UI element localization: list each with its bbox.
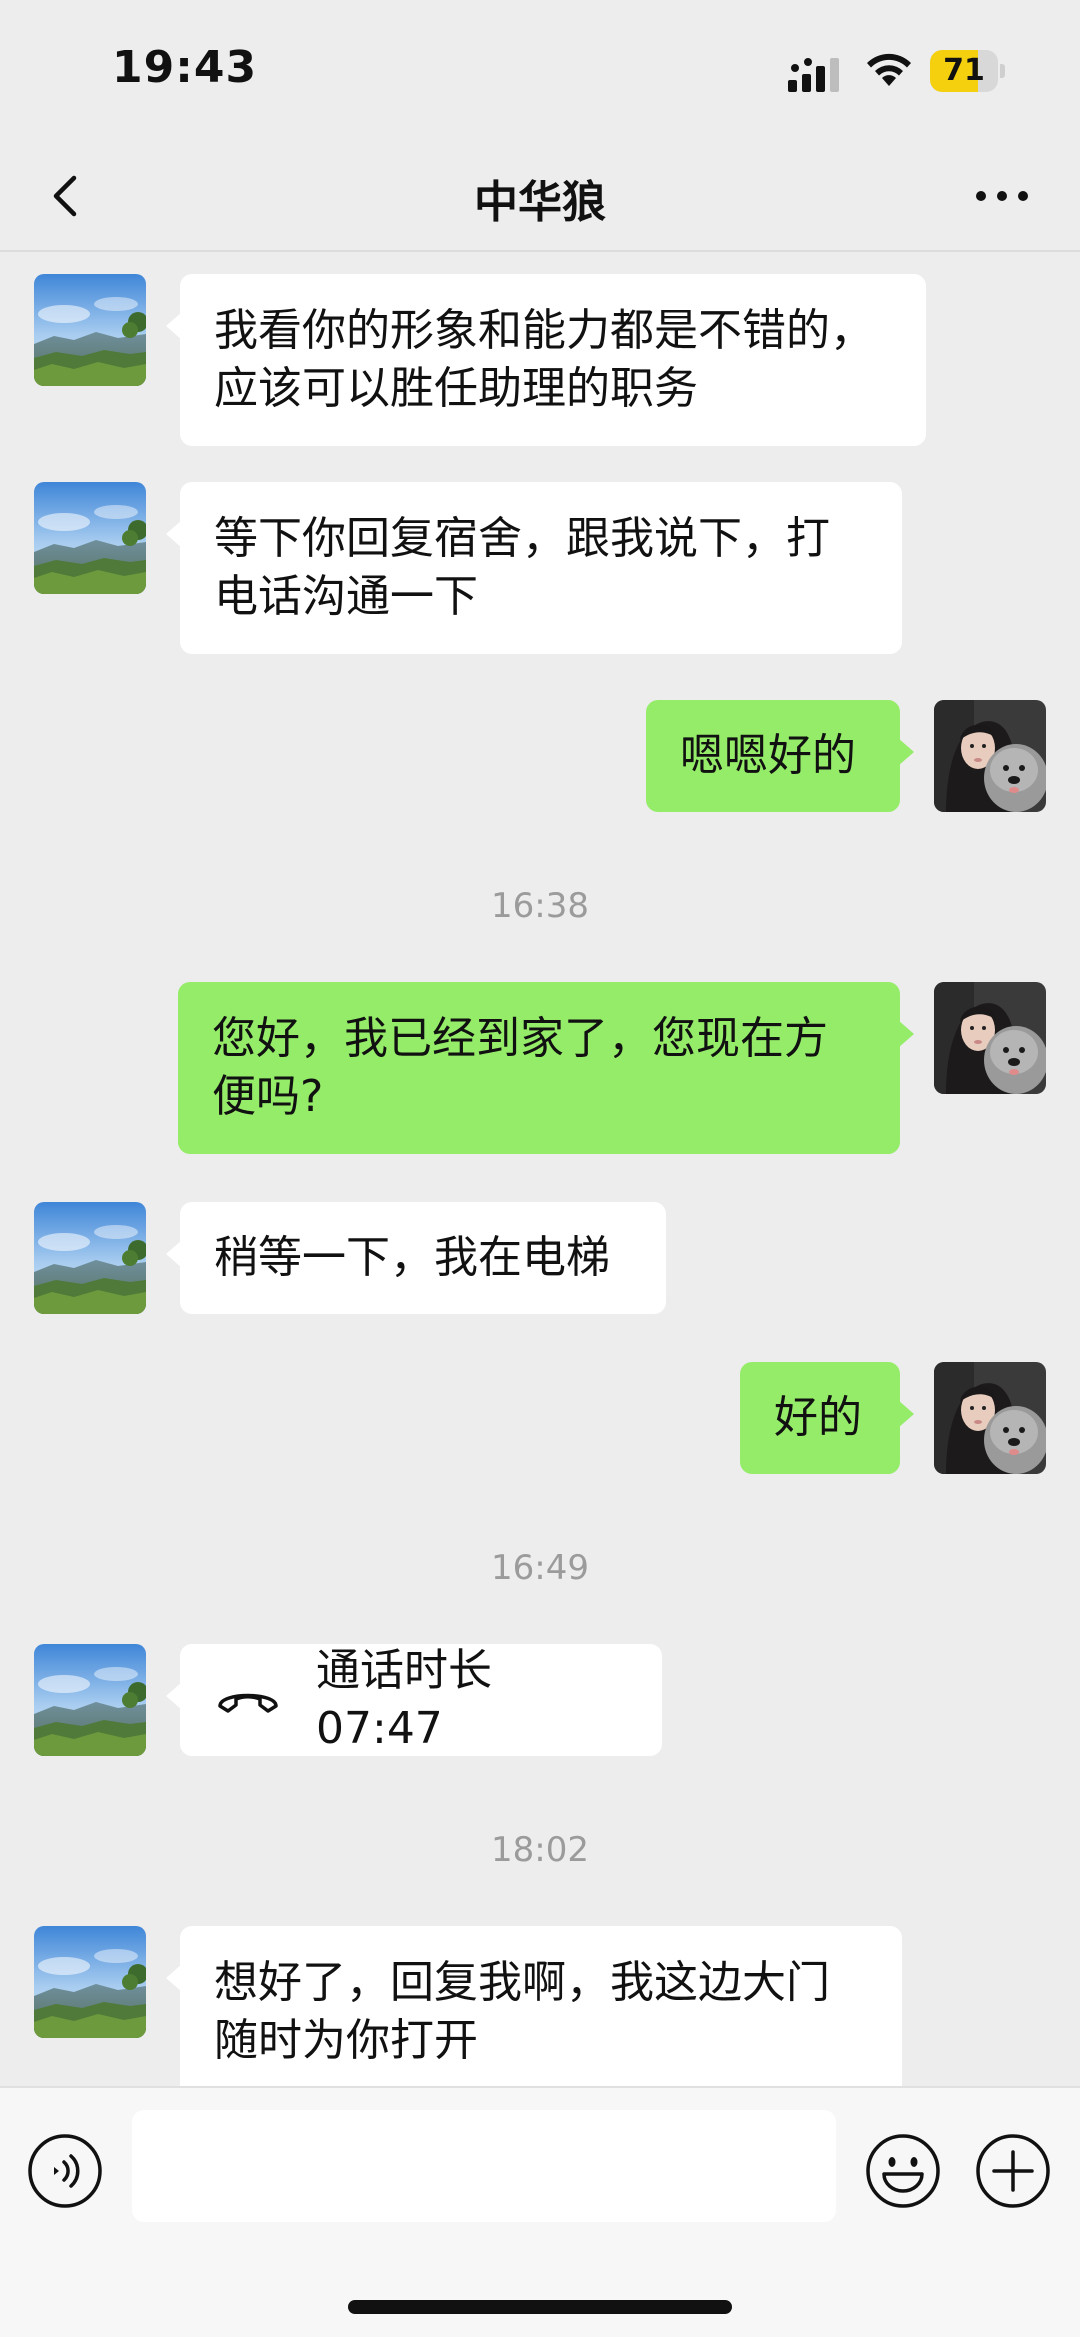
wifi-icon — [867, 53, 911, 86]
call-duration-bubble[interactable]: 通话时长 07:47 — [166, 1644, 662, 1756]
message-text: 想好了，回复我啊，我这边大门 随时为你打开 — [214, 1957, 830, 2066]
contact-avatar[interactable] — [34, 274, 146, 386]
message-received: 等下你回复宿舍，跟我说下，打 电话沟通一下 — [0, 472, 1080, 654]
message-bubble[interactable]: 您好，我已经到家了，您现在方 便吗? — [178, 982, 914, 1154]
message-sent: 好的 — [0, 1362, 1080, 1478]
message-received: 想好了，回复我啊，我这边大门 随时为你打开 — [0, 1926, 1080, 2086]
wechat-chat-screen: 19:43 71 中华狼 我看你的形象和能力都是不错的， 应该可以胜任助理的职务… — [0, 0, 1080, 2337]
chat-title: 中华狼 — [474, 177, 606, 228]
status-bar: 19:43 71 — [0, 0, 1080, 140]
contact-avatar[interactable] — [34, 482, 146, 594]
message-bubble[interactable]: 想好了，回复我啊，我这边大门 随时为你打开 — [166, 1926, 902, 2086]
home-indicator — [348, 2300, 732, 2314]
cellular-signal-icon — [788, 58, 839, 92]
message-text: 稍等一下，我在电梯 — [214, 1232, 610, 1283]
message-bubble[interactable]: 稍等一下，我在电梯 — [166, 1202, 666, 1314]
battery-percentage: 71 — [943, 53, 985, 88]
message-bubble[interactable]: 好的 — [740, 1362, 914, 1474]
voice-icon[interactable] — [26, 2132, 104, 2210]
message-sent: 嗯嗯好的 — [0, 700, 1080, 816]
status-time: 19:43 — [112, 42, 258, 93]
contact-avatar[interactable] — [34, 1644, 146, 1756]
message-text: 您好，我已经到家了，您现在方 便吗? — [212, 1013, 828, 1122]
message-bubble[interactable]: 嗯嗯好的 — [646, 700, 914, 812]
message-timestamp: 18:02 — [491, 1830, 589, 1870]
message-timestamp: 16:38 — [491, 886, 589, 926]
battery-indicator: 71 — [930, 50, 1005, 92]
message-text: 等下你回复宿舍，跟我说下，打 电话沟通一下 — [214, 513, 830, 622]
message-bubble[interactable]: 等下你回复宿舍，跟我说下，打 电话沟通一下 — [166, 482, 902, 654]
message-text: 好的 — [774, 1392, 862, 1443]
message-timestamp: 16:49 — [491, 1548, 589, 1588]
contact-avatar[interactable] — [34, 1202, 146, 1314]
user-avatar[interactable] — [934, 1362, 1046, 1474]
user-avatar[interactable] — [934, 982, 1046, 1094]
message-sent: 您好，我已经到家了，您现在方 便吗? — [0, 982, 1080, 1158]
navigation-bar: 中华狼 — [0, 140, 1080, 252]
message-bubble[interactable]: 我看你的形象和能力都是不错的， 应该可以胜任助理的职务 — [166, 274, 926, 446]
plus-icon[interactable] — [974, 2132, 1052, 2210]
user-avatar[interactable] — [934, 700, 1046, 812]
message-text: 嗯嗯好的 — [680, 730, 856, 781]
chat-input-bar — [0, 2086, 1080, 2337]
call-record-message: 通话时长 07:47 — [0, 1644, 1080, 1760]
message-input[interactable] — [132, 2110, 836, 2222]
message-received: 我看你的形象和能力都是不错的， 应该可以胜任助理的职务 — [0, 264, 1080, 446]
call-duration-text: 通话时长 07:47 — [316, 1645, 492, 1754]
phone-hangup-icon — [218, 1693, 278, 1713]
emoji-icon[interactable] — [864, 2132, 942, 2210]
message-received: 稍等一下，我在电梯 — [0, 1202, 1080, 1318]
more-dots-icon[interactable] — [972, 174, 1032, 218]
contact-avatar[interactable] — [34, 1926, 146, 2038]
chat-message-list[interactable]: 我看你的形象和能力都是不错的， 应该可以胜任助理的职务 等下你回复宿舍，跟我说下… — [0, 254, 1080, 2086]
message-text: 我看你的形象和能力都是不错的， 应该可以胜任助理的职务 — [214, 305, 874, 414]
